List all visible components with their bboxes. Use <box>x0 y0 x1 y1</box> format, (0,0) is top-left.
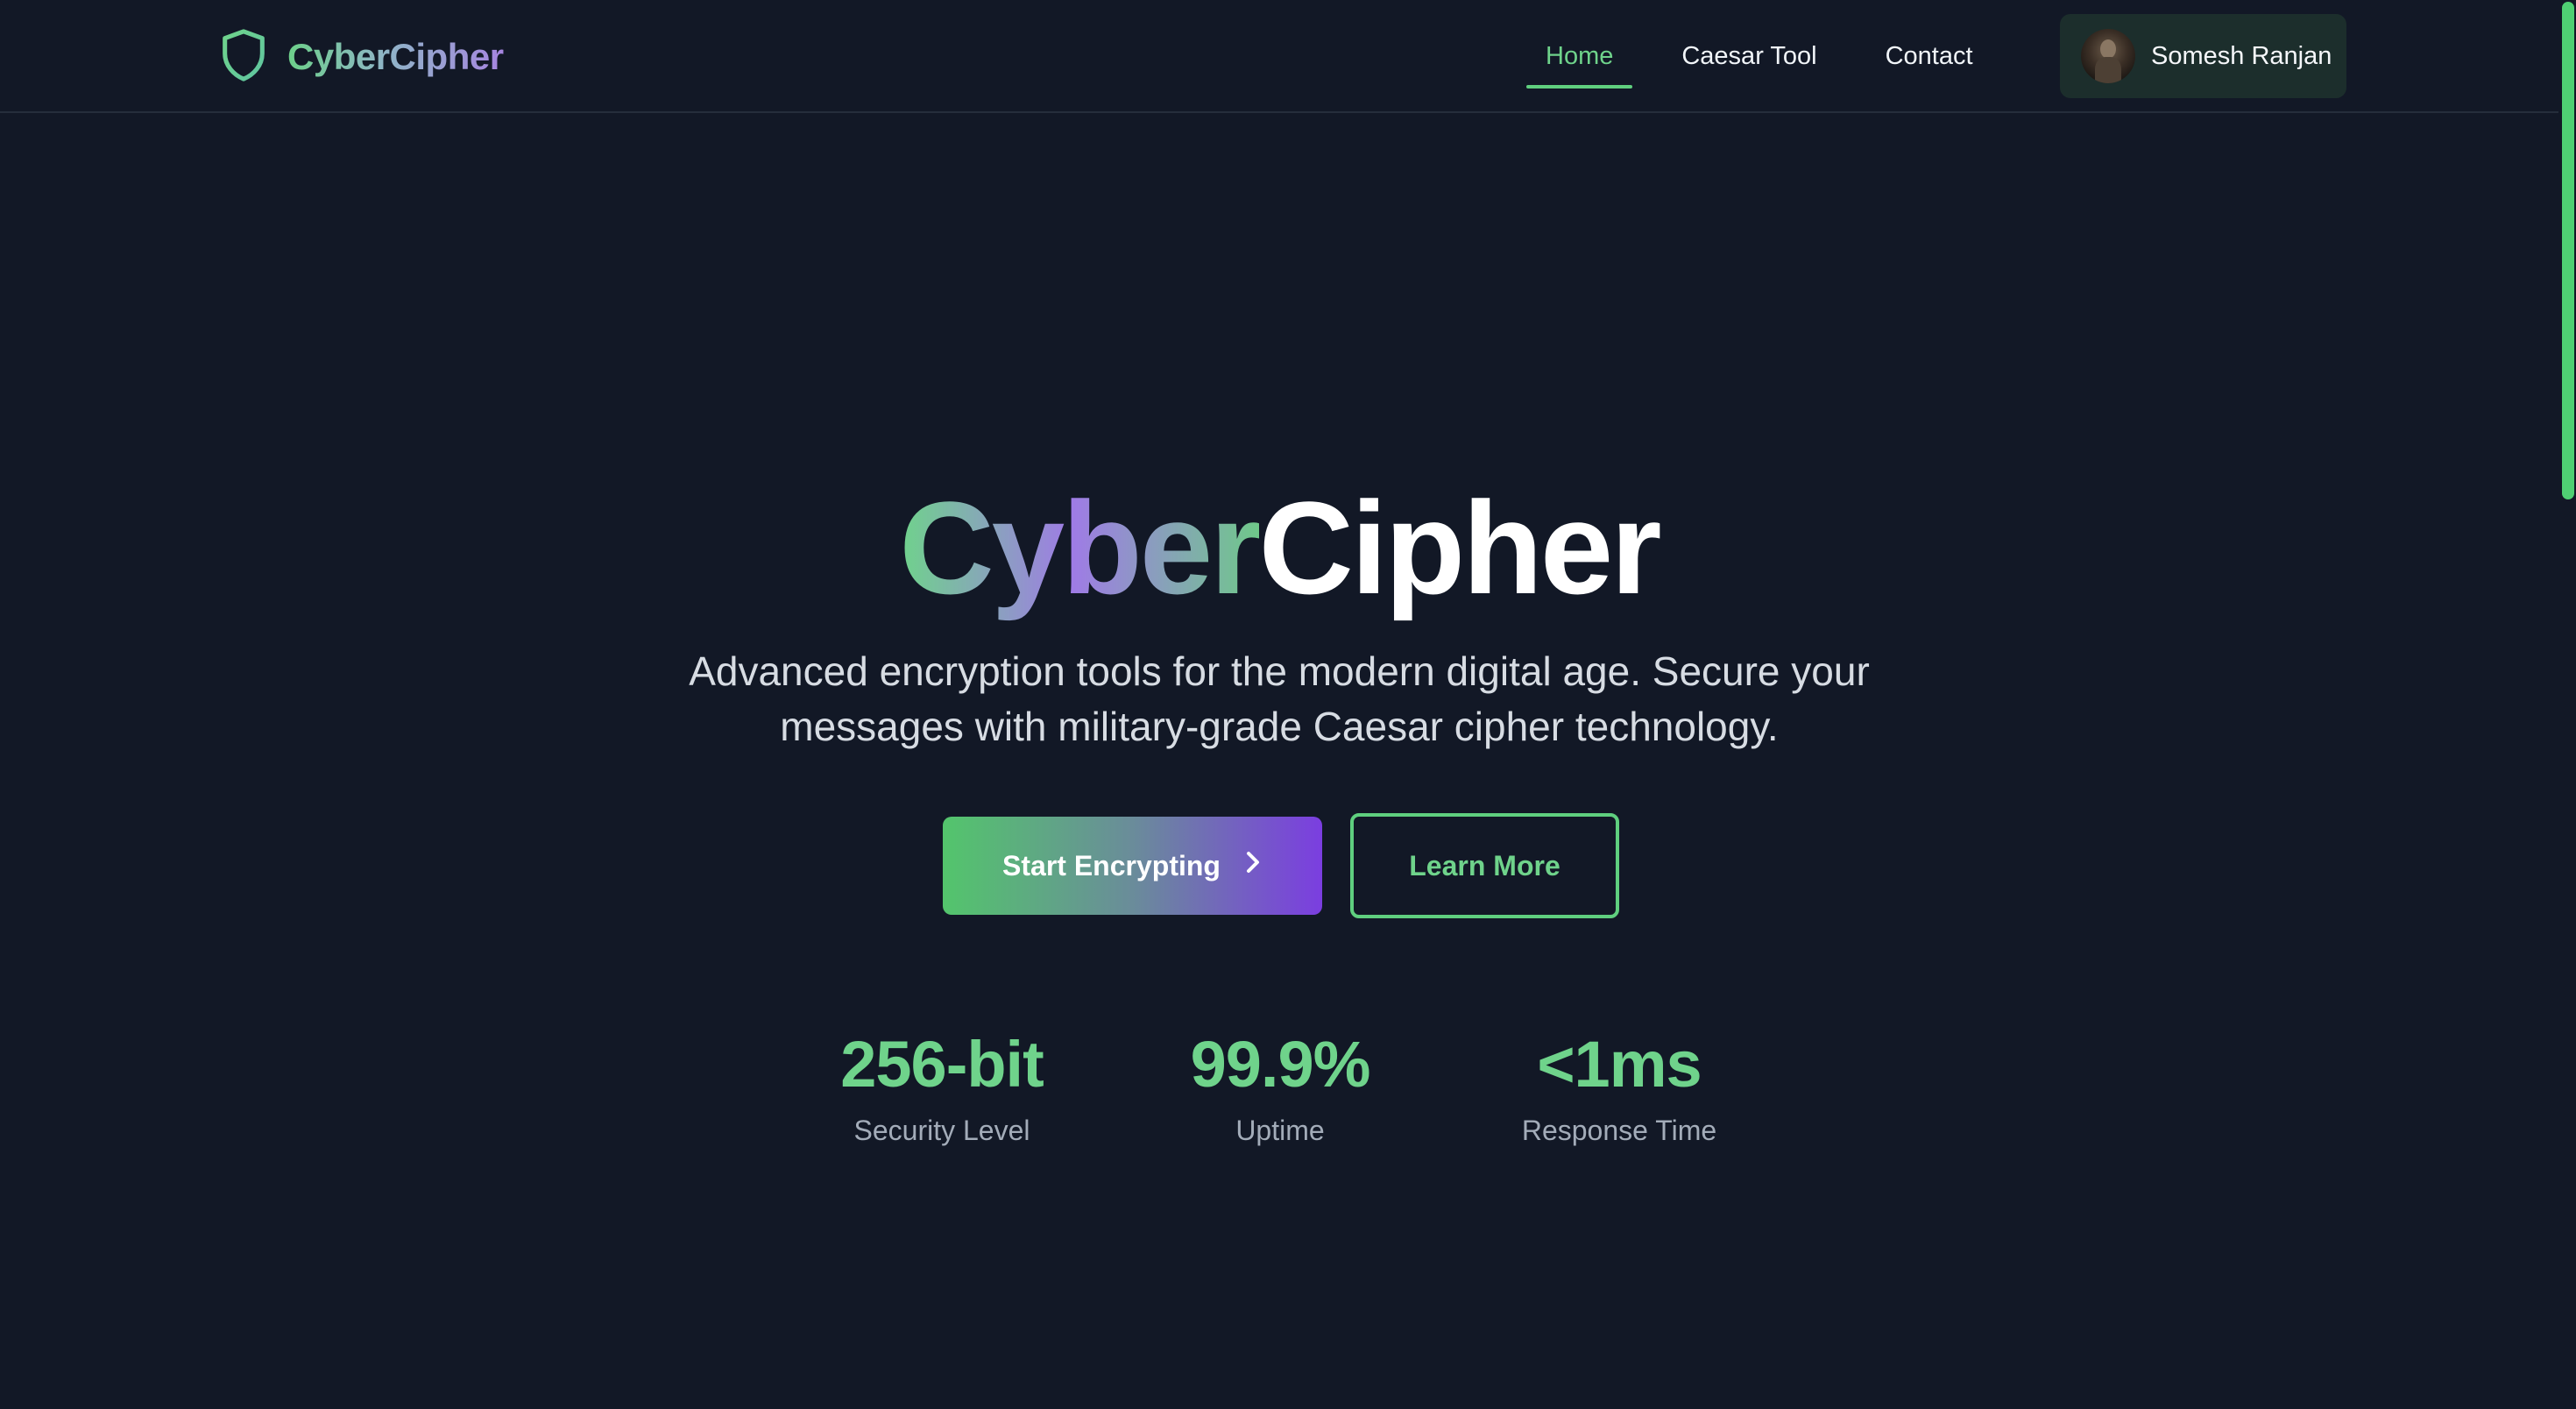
start-encrypting-button[interactable]: Start Encrypting <box>943 817 1322 915</box>
stat-response-time: <1ms Response Time <box>1461 1025 1777 1147</box>
hero-subtitle-line-1: Advanced encryption tools for the modern… <box>689 648 1870 694</box>
page: CyberCipher Home Caesar Tool Contact Som… <box>0 0 2576 1409</box>
nav-contact[interactable]: Contact <box>1865 25 1994 89</box>
stats-row: 256-bit Security Level 99.9% Uptime <1ms… <box>0 1025 2558 1165</box>
start-encrypting-label: Start Encrypting <box>1002 849 1221 882</box>
main-nav: Home Caesar Tool Contact <box>1525 23 1994 89</box>
cta-row: Start Encrypting Learn More <box>0 813 2558 918</box>
stat-value: 99.9% <box>1190 1028 1371 1101</box>
hero-title-accent: Cyber <box>899 474 1261 621</box>
stat-security-level: 256-bit Security Level <box>784 1025 1100 1147</box>
stat-label: Security Level <box>853 1115 1030 1146</box>
nav-caesar-tool[interactable]: Caesar Tool <box>1660 25 1837 89</box>
avatar <box>2081 29 2135 83</box>
learn-more-label: Learn More <box>1409 849 1560 882</box>
top-navbar: CyberCipher Home Caesar Tool Contact Som… <box>0 0 2558 113</box>
chevron-right-icon <box>1243 849 1263 882</box>
stat-value: <1ms <box>1537 1028 1702 1101</box>
scrollbar-thumb[interactable] <box>2562 2 2574 499</box>
stat-value: 256-bit <box>840 1028 1044 1101</box>
brand-logo-link[interactable]: CyberCipher <box>219 28 504 86</box>
user-profile-button[interactable]: Somesh Ranjan <box>2060 14 2346 98</box>
brand-name: CyberCipher <box>287 36 504 77</box>
stat-uptime: 99.9% Uptime <box>1122 1025 1438 1147</box>
page-scrollbar[interactable] <box>2558 0 2576 1409</box>
stat-label: Response Time <box>1521 1115 1717 1146</box>
hero-title: CyberCipher <box>0 473 2558 622</box>
stat-label: Uptime <box>1235 1115 1325 1146</box>
shield-icon <box>219 28 268 87</box>
nav-home[interactable]: Home <box>1525 25 1634 89</box>
hero-subtitle-line-2: messages with military-grade Caesar ciph… <box>780 704 1779 749</box>
hero-title-rest: Cipher <box>1258 474 1662 621</box>
hero-subtitle: Advanced encryption tools for the modern… <box>666 644 1893 754</box>
user-name: Somesh Ranjan <box>2151 41 2332 70</box>
learn-more-button[interactable]: Learn More <box>1350 813 1619 918</box>
